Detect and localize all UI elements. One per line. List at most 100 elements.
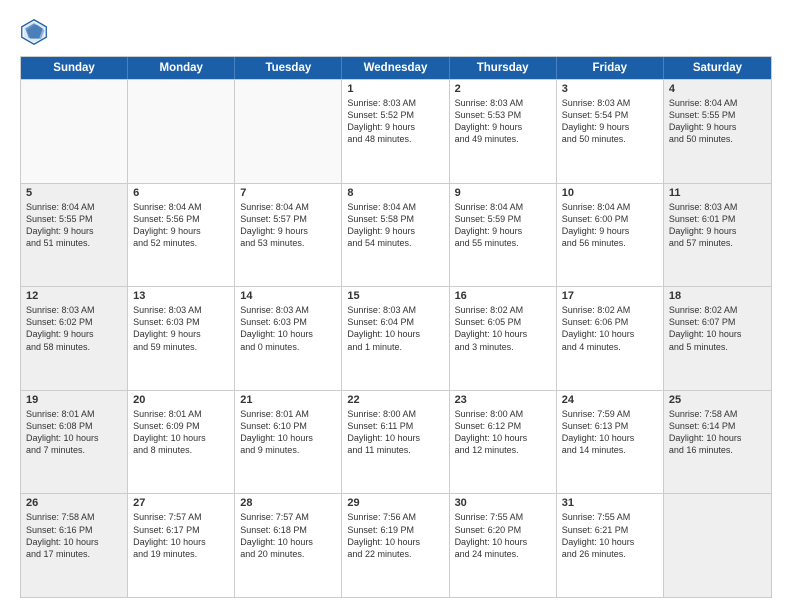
day-cell-26: 26 Sunrise: 7:58 AMSunset: 6:16 PMDayligh… <box>21 494 128 597</box>
day-header-saturday: Saturday <box>664 57 771 79</box>
week-row-3: 12Sunrise: 8:03 AMSunset: 6:02 PMDayligh… <box>21 286 771 390</box>
day-number: 13 <box>133 290 229 302</box>
day-number: 10 <box>562 187 658 199</box>
day-number: 31 <box>562 497 658 509</box>
day-details: Sunrise: 8:04 AMSunset: 5:58 PMDaylight:… <box>347 201 443 250</box>
day-details: Sunrise: 8:04 AMSunset: 5:57 PMDaylight:… <box>240 201 336 250</box>
day-number: 18 <box>669 290 766 302</box>
day-cell-23: 23Sunrise: 8:00 AMSunset: 6:12 PMDayligh… <box>450 391 557 494</box>
empty-cell <box>21 80 128 183</box>
day-cell-20: 20 Sunrise: 8:01 AMSunset: 6:09 PMDayligh… <box>128 391 235 494</box>
day-details: Sunrise: 7:55 AMSunset: 6:21 PMDaylight:… <box>562 511 658 560</box>
day-cell-7: 7 Sunrise: 8:04 AMSunset: 5:57 PMDaylight… <box>235 184 342 287</box>
day-cell-6: 6 Sunrise: 8:04 AMSunset: 5:56 PMDaylight… <box>128 184 235 287</box>
day-cell-8: 8 Sunrise: 8:04 AMSunset: 5:58 PMDaylight… <box>342 184 449 287</box>
day-cell-2: 2 Sunrise: 8:03 AMSunset: 5:53 PMDaylight… <box>450 80 557 183</box>
day-number: 29 <box>347 497 443 509</box>
day-cell-12: 12Sunrise: 8:03 AMSunset: 6:02 PMDayligh… <box>21 287 128 390</box>
day-header-tuesday: Tuesday <box>235 57 342 79</box>
day-details: Sunrise: 7:59 AMSunset: 6:13 PMDaylight:… <box>562 408 658 457</box>
day-header-friday: Friday <box>557 57 664 79</box>
day-details: Sunrise: 8:03 AMSunset: 6:01 PMDaylight:… <box>669 201 766 250</box>
day-details: Sunrise: 8:03 AMSunset: 5:54 PMDaylight:… <box>562 97 658 146</box>
empty-cell <box>235 80 342 183</box>
day-number: 26 <box>26 497 122 509</box>
week-row-2: 5Sunrise: 8:04 AMSunset: 5:55 PMDaylight… <box>21 183 771 287</box>
day-cell-10: 10 Sunrise: 8:04 AMSunset: 6:00 PMDayligh… <box>557 184 664 287</box>
day-number: 2 <box>455 83 551 95</box>
day-details: Sunrise: 8:02 AMSunset: 6:07 PMDaylight:… <box>669 304 766 353</box>
calendar: SundayMondayTuesdayWednesdayThursdayFrid… <box>20 56 772 598</box>
day-cell-29: 29 Sunrise: 7:56 AMSunset: 6:19 PMDayligh… <box>342 494 449 597</box>
day-cell-3: 3Sunrise: 8:03 AMSunset: 5:54 PMDaylight… <box>557 80 664 183</box>
day-details: Sunrise: 7:57 AMSunset: 6:17 PMDaylight:… <box>133 511 229 560</box>
day-details: Sunrise: 8:04 AMSunset: 5:55 PMDaylight:… <box>669 97 766 146</box>
day-cell-27: 27 Sunrise: 7:57 AMSunset: 6:17 PMDayligh… <box>128 494 235 597</box>
day-details: Sunrise: 8:04 AMSunset: 5:56 PMDaylight:… <box>133 201 229 250</box>
day-number: 16 <box>455 290 551 302</box>
day-header-wednesday: Wednesday <box>342 57 449 79</box>
day-number: 19 <box>26 394 122 406</box>
day-number: 27 <box>133 497 229 509</box>
day-cell-4: 4 Sunrise: 8:04 AMSunset: 5:55 PMDaylight… <box>664 80 771 183</box>
day-cell-31: 31 Sunrise: 7:55 AMSunset: 6:21 PMDayligh… <box>557 494 664 597</box>
day-number: 30 <box>455 497 551 509</box>
empty-cell <box>664 494 771 597</box>
day-cell-16: 16 Sunrise: 8:02 AMSunset: 6:05 PMDayligh… <box>450 287 557 390</box>
day-details: Sunrise: 7:57 AMSunset: 6:18 PMDaylight:… <box>240 511 336 560</box>
day-number: 5 <box>26 187 122 199</box>
week-row-5: 26 Sunrise: 7:58 AMSunset: 6:16 PMDayligh… <box>21 493 771 597</box>
day-details: Sunrise: 7:58 AMSunset: 6:14 PMDaylight:… <box>669 408 766 457</box>
day-details: Sunrise: 8:02 AMSunset: 6:05 PMDaylight:… <box>455 304 551 353</box>
day-details: Sunrise: 8:03 AMSunset: 6:03 PMDaylight:… <box>240 304 336 353</box>
day-cell-18: 18 Sunrise: 8:02 AMSunset: 6:07 PMDayligh… <box>664 287 771 390</box>
day-details: Sunrise: 8:00 AMSunset: 6:11 PMDaylight:… <box>347 408 443 457</box>
day-details: Sunrise: 8:02 AMSunset: 6:06 PMDaylight:… <box>562 304 658 353</box>
day-details: Sunrise: 8:00 AMSunset: 6:12 PMDaylight:… <box>455 408 551 457</box>
day-details: Sunrise: 7:56 AMSunset: 6:19 PMDaylight:… <box>347 511 443 560</box>
day-details: Sunrise: 8:04 AMSunset: 6:00 PMDaylight:… <box>562 201 658 250</box>
day-details: Sunrise: 8:04 AMSunset: 5:59 PMDaylight:… <box>455 201 551 250</box>
day-number: 20 <box>133 394 229 406</box>
day-details: Sunrise: 8:03 AMSunset: 5:53 PMDaylight:… <box>455 97 551 146</box>
day-number: 12 <box>26 290 122 302</box>
day-number: 9 <box>455 187 551 199</box>
day-number: 7 <box>240 187 336 199</box>
day-number: 17 <box>562 290 658 302</box>
day-cell-15: 15Sunrise: 8:03 AMSunset: 6:04 PMDayligh… <box>342 287 449 390</box>
day-number: 11 <box>669 187 766 199</box>
day-number: 6 <box>133 187 229 199</box>
day-details: Sunrise: 8:01 AMSunset: 6:09 PMDaylight:… <box>133 408 229 457</box>
day-number: 15 <box>347 290 443 302</box>
day-cell-9: 9 Sunrise: 8:04 AMSunset: 5:59 PMDaylight… <box>450 184 557 287</box>
day-number: 24 <box>562 394 658 406</box>
header <box>20 18 772 46</box>
day-cell-25: 25 Sunrise: 7:58 AMSunset: 6:14 PMDayligh… <box>664 391 771 494</box>
day-cell-30: 30 Sunrise: 7:55 AMSunset: 6:20 PMDayligh… <box>450 494 557 597</box>
day-details: Sunrise: 8:01 AMSunset: 6:08 PMDaylight:… <box>26 408 122 457</box>
day-number: 21 <box>240 394 336 406</box>
day-cell-11: 11 Sunrise: 8:03 AMSunset: 6:01 PMDayligh… <box>664 184 771 287</box>
day-cell-1: 1 Sunrise: 8:03 AMSunset: 5:52 PMDaylight… <box>342 80 449 183</box>
week-row-4: 19 Sunrise: 8:01 AMSunset: 6:08 PMDayligh… <box>21 390 771 494</box>
day-number: 8 <box>347 187 443 199</box>
week-row-1: 1 Sunrise: 8:03 AMSunset: 5:52 PMDaylight… <box>21 79 771 183</box>
day-number: 4 <box>669 83 766 95</box>
day-header-monday: Monday <box>128 57 235 79</box>
day-details: Sunrise: 7:58 AMSunset: 6:16 PMDaylight:… <box>26 511 122 560</box>
day-header-thursday: Thursday <box>450 57 557 79</box>
calendar-page: SundayMondayTuesdayWednesdayThursdayFrid… <box>0 0 792 612</box>
day-details: Sunrise: 7:55 AMSunset: 6:20 PMDaylight:… <box>455 511 551 560</box>
logo-icon <box>20 18 48 46</box>
day-cell-19: 19 Sunrise: 8:01 AMSunset: 6:08 PMDayligh… <box>21 391 128 494</box>
day-number: 22 <box>347 394 443 406</box>
day-number: 1 <box>347 83 443 95</box>
logo <box>20 18 52 46</box>
calendar-header: SundayMondayTuesdayWednesdayThursdayFrid… <box>21 57 771 79</box>
day-cell-17: 17 Sunrise: 8:02 AMSunset: 6:06 PMDayligh… <box>557 287 664 390</box>
day-details: Sunrise: 8:03 AMSunset: 5:52 PMDaylight:… <box>347 97 443 146</box>
day-number: 14 <box>240 290 336 302</box>
day-number: 25 <box>669 394 766 406</box>
day-cell-14: 14 Sunrise: 8:03 AMSunset: 6:03 PMDayligh… <box>235 287 342 390</box>
empty-cell <box>128 80 235 183</box>
